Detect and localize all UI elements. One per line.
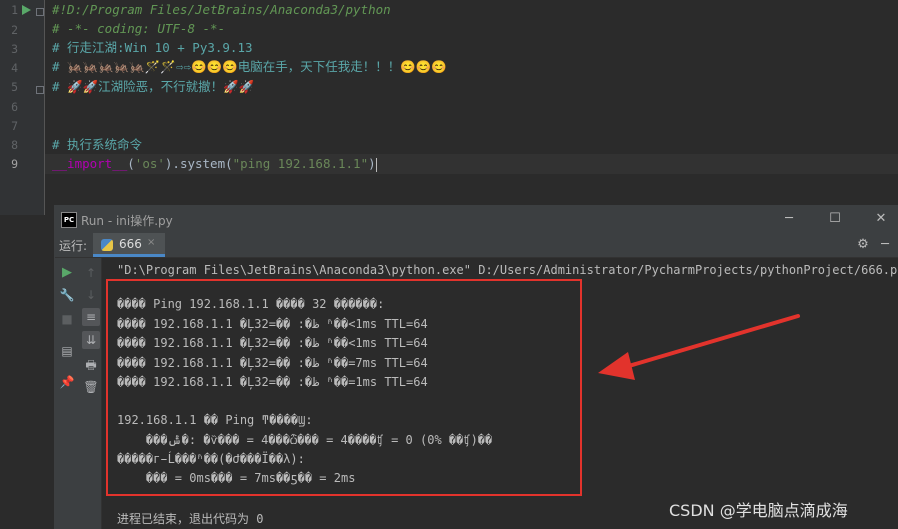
watermark-text: CSDN @学电脑点滴成海: [669, 501, 848, 520]
annotation-arrow: [598, 314, 800, 380]
